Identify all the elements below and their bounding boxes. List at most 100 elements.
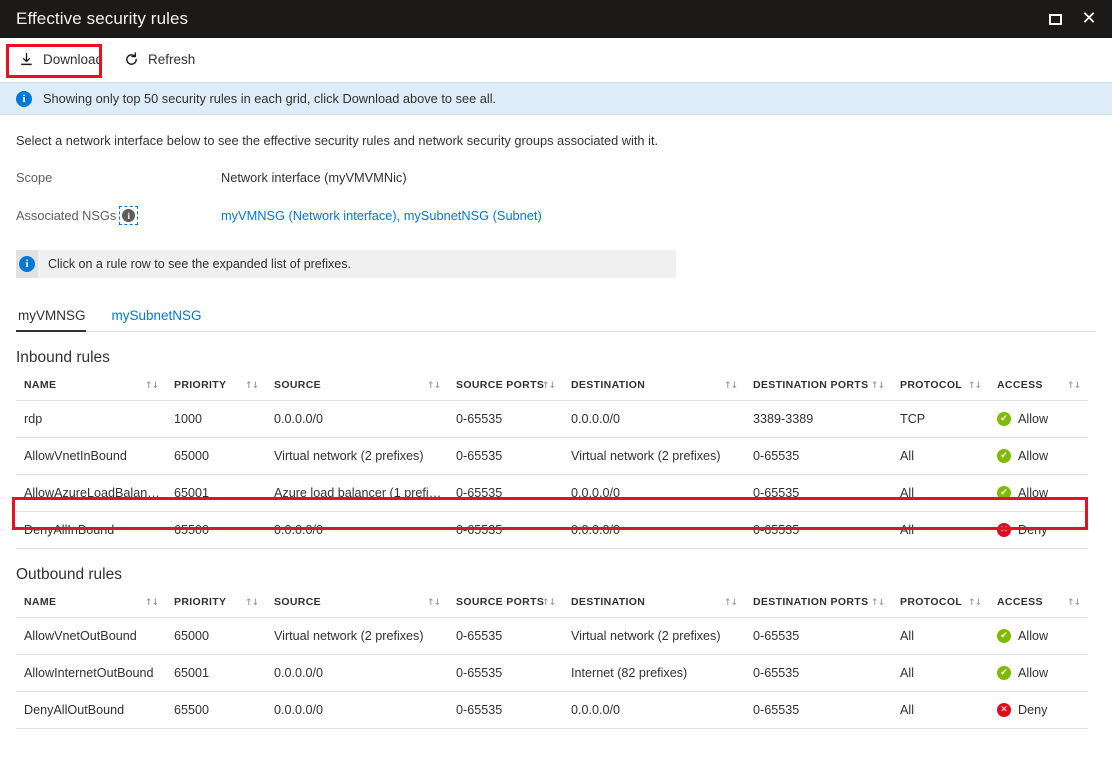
inbound-rules-table: NAME↑↓ PRIORITY↑↓ SOURCE↑↓ SOURCE PORTS↑… (16, 379, 1088, 549)
inbound-table-head: NAME↑↓ PRIORITY↑↓ SOURCE↑↓ SOURCE PORTS↑… (16, 379, 1088, 401)
sort-icon[interactable]: ↑↓ (1067, 598, 1080, 608)
sort-icon[interactable]: ↑↓ (145, 381, 158, 391)
allow-check-icon: ✔ (997, 629, 1011, 643)
cell-name: AllowInternetOutBound (16, 655, 166, 692)
download-button[interactable]: Download (16, 45, 113, 75)
command-bar: Download Refresh (0, 38, 1112, 82)
cell-protocol: TCP (892, 401, 989, 438)
inbound-rules-title: Inbound rules (16, 349, 1096, 367)
allow-check-icon: ✔ (997, 449, 1011, 463)
table-row[interactable]: AllowVnetInBound65000Virtual network (2 … (16, 438, 1088, 475)
tab-myvmnsg[interactable]: myVMNSG (16, 308, 100, 331)
close-button[interactable]: ✕ (1072, 4, 1106, 34)
cell-name: AllowVnetOutBound (16, 618, 166, 655)
outbound-col-source[interactable]: SOURCE↑↓ (266, 596, 448, 618)
allow-check-icon: ✔ (997, 412, 1011, 426)
access-label: Allow (1018, 449, 1048, 463)
cell-destination: 0.0.0.0/0 (563, 512, 745, 549)
cell-destination: Virtual network (2 prefixes) (563, 618, 745, 655)
access-label: Deny (1018, 523, 1047, 537)
window-title: Effective security rules (16, 9, 188, 29)
table-row[interactable]: rdp10000.0.0.0/00-655350.0.0.0/03389-338… (16, 401, 1088, 438)
intro-text: Select a network interface below to see … (16, 115, 1096, 148)
col-label: PROTOCOL (900, 596, 962, 608)
cell-priority: 65500 (166, 512, 266, 549)
inbound-header-row: NAME↑↓ PRIORITY↑↓ SOURCE↑↓ SOURCE PORTS↑… (16, 379, 1088, 401)
sort-icon[interactable]: ↑↓ (245, 598, 258, 608)
sort-icon[interactable]: ↑↓ (145, 598, 158, 608)
col-label: SOURCE PORTS (456, 379, 544, 391)
outbound-col-protocol[interactable]: PROTOCOL ↑↓ (892, 596, 989, 618)
sort-icon[interactable]: ↑↓ (871, 598, 884, 608)
outbound-col-name[interactable]: NAME↑↓ (16, 596, 166, 618)
col-label: ACCESS (997, 379, 1043, 391)
inbound-col-source-ports[interactable]: SOURCE PORTS↑↓ (448, 379, 563, 401)
refresh-button[interactable]: Refresh (121, 45, 205, 75)
sort-icon[interactable]: ↑↓ (968, 381, 981, 391)
sort-icon[interactable]: ↑↓ (968, 598, 981, 608)
col-label: SOURCE (274, 379, 321, 391)
sort-icon[interactable]: ↑↓ (1067, 381, 1080, 391)
sort-icon[interactable]: ↑↓ (245, 381, 258, 391)
cell-source-ports: 0-65535 (448, 655, 563, 692)
inbound-col-access[interactable]: ACCESS ↑↓ (989, 379, 1088, 401)
table-row[interactable]: AllowVnetOutBound65000 Virtual network (2… (16, 618, 1088, 655)
outbound-col-access[interactable]: ACCESS ↑↓ (989, 596, 1088, 618)
access-label: Allow (1018, 666, 1048, 680)
cell-destination: 0.0.0.0/0 (563, 475, 745, 512)
access-badge: ✕Deny (997, 523, 1082, 537)
notification-banner: i Showing only top 50 security rules in … (0, 82, 1112, 115)
table-row[interactable]: AllowAzureLoadBalance...65001Azure load … (16, 475, 1088, 512)
cell-destination-ports: 0-65535 (745, 618, 892, 655)
cell-priority: 65000 (166, 618, 266, 655)
outbound-col-destination-ports[interactable]: DESTINATION PORTS↑↓ (745, 596, 892, 618)
outbound-col-priority[interactable]: PRIORITY↑↓ (166, 596, 266, 618)
sort-icon[interactable]: ↑↓ (724, 598, 737, 608)
cell-access: ✔ Allow (989, 401, 1088, 438)
inbound-col-name[interactable]: NAME ↑↓ (16, 379, 166, 401)
info-icon: i (16, 91, 32, 107)
sort-icon[interactable]: ↑↓ (871, 381, 884, 391)
download-label: Download (43, 52, 103, 67)
associated-nsgs-value[interactable]: myVMNSG (Network interface), mySubnetNSG… (221, 208, 542, 223)
table-row[interactable]: DenyAllOutBound655000.0.0.0/00-655350.0.… (16, 692, 1088, 729)
access-label: Allow (1018, 412, 1048, 426)
hint-text: Click on a rule row to see the expanded … (48, 257, 351, 271)
info-icon: i (122, 209, 135, 222)
inbound-col-destination-ports[interactable]: DESTINATION PORTS↑↓ (745, 379, 892, 401)
tab-mysubnetnsg[interactable]: mySubnetNSG (100, 308, 216, 331)
cell-protocol: All (892, 475, 989, 512)
cell-protocol: All (892, 618, 989, 655)
inbound-col-destination[interactable]: DESTINATION↑↓ (563, 379, 745, 401)
col-label: NAME (24, 379, 56, 391)
sort-icon[interactable]: ↑↓ (542, 598, 555, 608)
outbound-col-destination[interactable]: DESTINATION↑↓ (563, 596, 745, 618)
inbound-col-protocol[interactable]: PROTOCOL↑↓ (892, 379, 989, 401)
cell-destination-ports: 0-65535 (745, 475, 892, 512)
outbound-col-source-ports[interactable]: SOURCE PORTS↑↓ (448, 596, 563, 618)
access-badge: ✔Allow (997, 666, 1082, 680)
download-icon (18, 51, 35, 68)
sort-icon[interactable]: ↑↓ (724, 381, 737, 391)
associated-nsgs-info-button[interactable]: i (120, 207, 137, 224)
cell-priority: 1000 (166, 401, 266, 438)
cell-source-ports: 0-65535 (448, 401, 563, 438)
cell-destination: Internet (82 prefixes) (563, 655, 745, 692)
sort-icon[interactable]: ↑↓ (427, 598, 440, 608)
sort-icon[interactable]: ↑↓ (542, 381, 555, 391)
maximize-button[interactable] (1038, 4, 1072, 34)
scope-row: Scope Network interface (myVMVMNic) (16, 170, 1096, 185)
table-row[interactable]: DenyAllInBound655000.0.0.0/00-655350.0.0… (16, 512, 1088, 549)
cell-access: ✕Deny (989, 512, 1088, 549)
associated-nsgs-label: Associated NSGs (16, 208, 116, 223)
outbound-header-row: NAME↑↓ PRIORITY↑↓ SOURCE↑↓ SOURCE PORTS↑… (16, 596, 1088, 618)
inbound-col-source[interactable]: SOURCE ↑↓ (266, 379, 448, 401)
table-row[interactable]: AllowInternetOutBound650010.0.0.0/00-655… (16, 655, 1088, 692)
col-label: ACCESS (997, 596, 1043, 608)
inbound-table-body: rdp10000.0.0.0/00-655350.0.0.0/03389-338… (16, 401, 1088, 549)
cell-destination-ports: 0-65535 (745, 655, 892, 692)
cell-name: AllowAzureLoadBalance... (16, 475, 166, 512)
inbound-col-priority[interactable]: PRIORITY↑↓ (166, 379, 266, 401)
cell-destination: 0.0.0.0/0 (563, 692, 745, 729)
sort-icon[interactable]: ↑↓ (427, 381, 440, 391)
